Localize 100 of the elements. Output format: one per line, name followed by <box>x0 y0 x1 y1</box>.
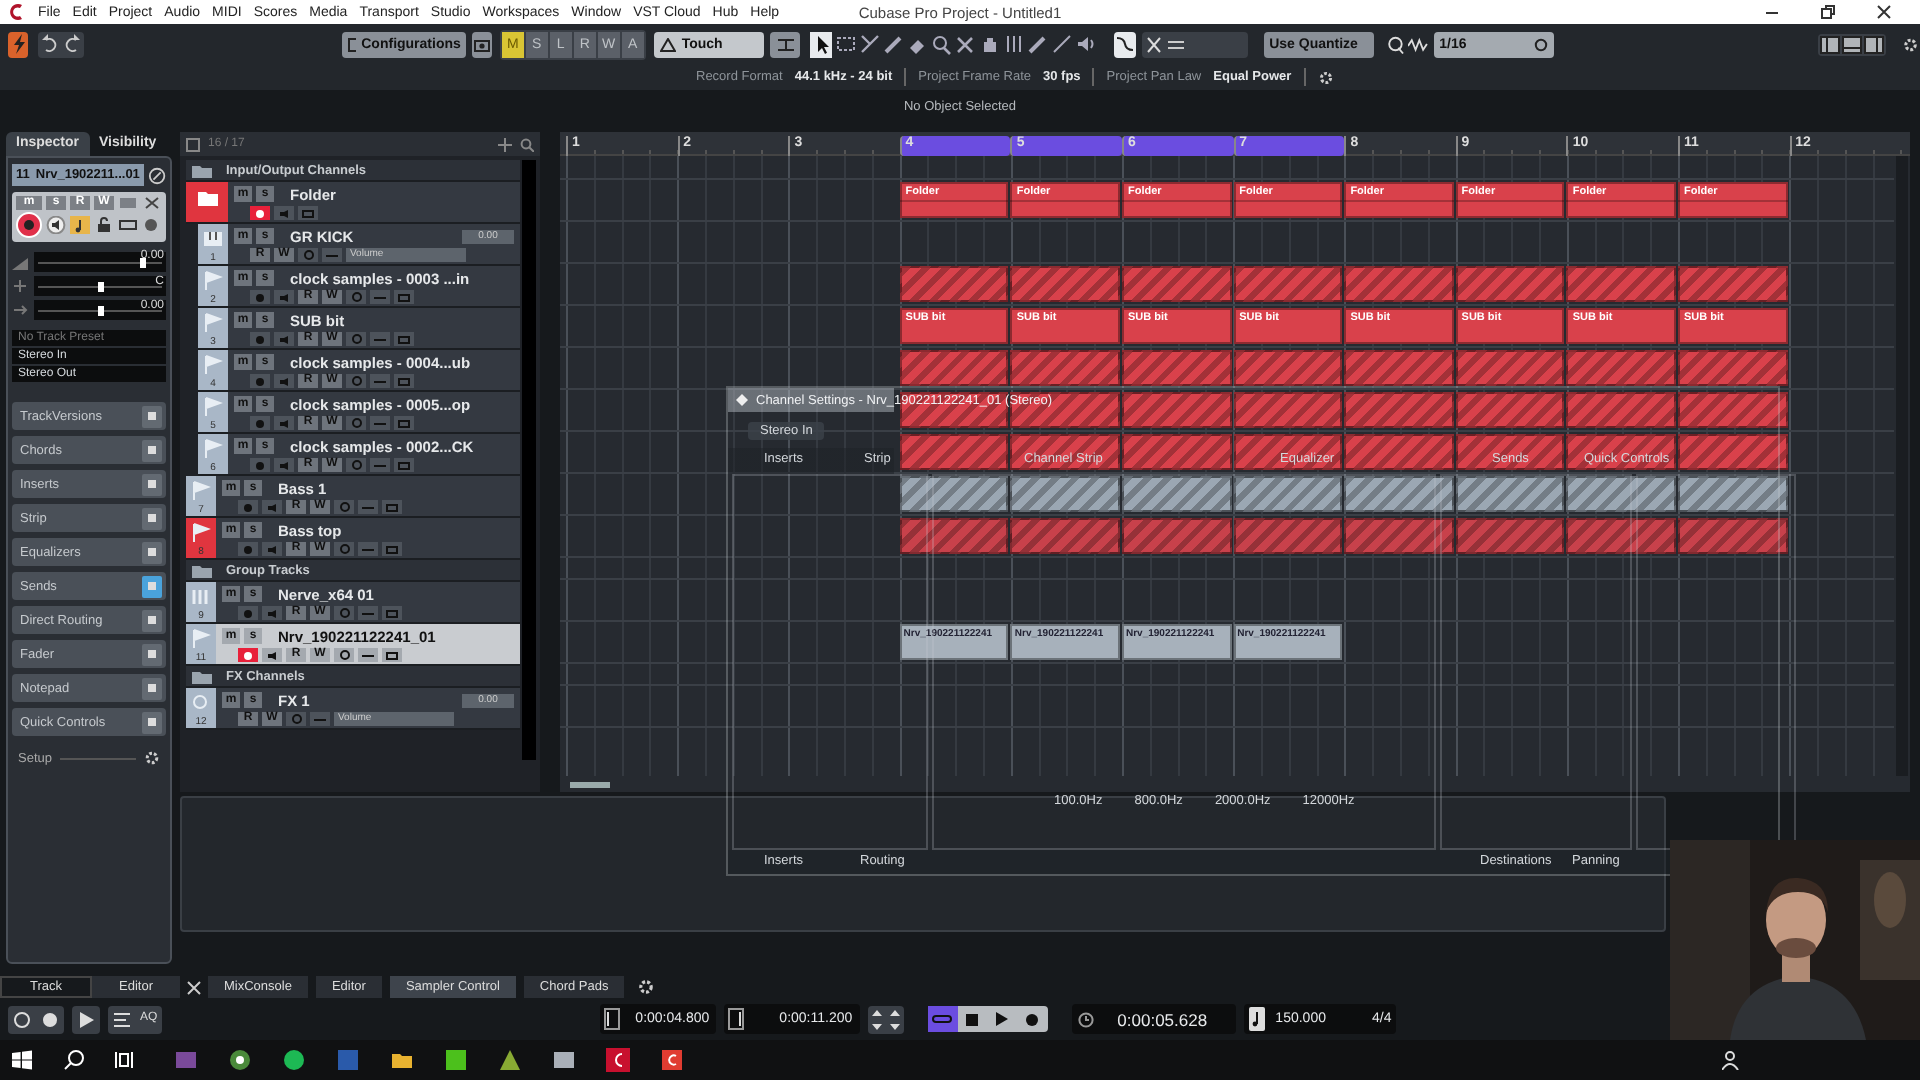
wave-icon[interactable] <box>1408 33 1428 55</box>
lanes-icon <box>386 545 398 553</box>
note-icon[interactable] <box>70 216 90 234</box>
speaker-tool-button[interactable] <box>1074 31 1097 57</box>
pencil-tool-button[interactable] <box>882 31 905 57</box>
monitor-button[interactable] <box>262 648 282 662</box>
edit-button[interactable] <box>334 648 354 662</box>
lock-icon[interactable] <box>94 216 114 234</box>
search-icon[interactable] <box>62 1048 86 1072</box>
tempo-icon[interactable] <box>1247 1006 1266 1032</box>
clock-icon[interactable] <box>1077 1011 1094 1027</box>
line-tool-button[interactable] <box>1050 31 1073 57</box>
scrollbar[interactable] <box>522 160 536 760</box>
section-toggle-icon[interactable] <box>142 643 162 665</box>
up-down-icon[interactable] <box>887 1007 902 1031</box>
right-panel-icon[interactable] <box>1864 35 1885 53</box>
square-app-icon[interactable] <box>444 1048 468 1072</box>
left-panel-icon[interactable] <box>1820 35 1841 53</box>
section-toggle-icon[interactable] <box>142 711 162 733</box>
curve-button[interactable] <box>1114 31 1137 57</box>
folder-app-icon[interactable] <box>390 1048 414 1072</box>
audio-event[interactable] <box>1010 434 1120 470</box>
pencil-tool-button[interactable] <box>1026 31 1049 57</box>
close-icon[interactable] <box>1876 4 1892 20</box>
warp-tool-button[interactable] <box>1002 31 1025 57</box>
camera-button[interactable] <box>472 31 492 57</box>
link-icon <box>362 503 374 511</box>
audio-track-icon <box>190 480 212 502</box>
section-toggle-icon[interactable] <box>142 507 162 529</box>
section-toggle-icon[interactable] <box>142 609 162 631</box>
triangle-app-icon[interactable] <box>498 1048 522 1072</box>
settings-icon[interactable] <box>636 976 657 998</box>
rack-app-icon[interactable] <box>174 1048 198 1072</box>
edit-icon <box>351 418 361 428</box>
checkbox-icon[interactable] <box>186 137 200 151</box>
diamond-icon <box>736 394 748 406</box>
app-logo-icon[interactable] <box>8 2 26 22</box>
fader-thumb[interactable] <box>97 306 103 316</box>
task-view-icon[interactable] <box>112 1048 136 1072</box>
settings-icon[interactable] <box>1902 35 1920 53</box>
mute-tool-icon <box>954 33 977 55</box>
restore-icon[interactable] <box>1820 4 1836 20</box>
section-toggle-icon[interactable] <box>142 575 162 597</box>
close-icon[interactable] <box>184 976 204 998</box>
link-button[interactable] <box>358 648 378 662</box>
round-app-icon[interactable] <box>228 1048 252 1072</box>
fader-thumb[interactable] <box>97 282 103 292</box>
undo-icon[interactable] <box>40 33 61 55</box>
arrow-tool-button[interactable] <box>810 31 833 57</box>
record-icon <box>256 293 264 301</box>
left-locator-icon[interactable] <box>603 1008 620 1030</box>
mute-tool-button[interactable] <box>954 31 977 57</box>
up-down-icon[interactable] <box>869 1007 884 1031</box>
settings-icon[interactable] <box>1317 69 1334 85</box>
lanes-button[interactable] <box>382 648 402 662</box>
edit-icon[interactable] <box>147 165 166 185</box>
record-mode-icon[interactable] <box>38 1007 62 1031</box>
play-mode-icon[interactable] <box>74 1007 98 1031</box>
record-icon <box>244 651 252 659</box>
window-app-icon[interactable] <box>552 1048 576 1072</box>
cycle-button[interactable] <box>927 1006 958 1032</box>
circle-app-icon[interactable] <box>282 1048 306 1072</box>
zoom-tool-button[interactable] <box>930 31 953 57</box>
section-toggle-icon[interactable] <box>142 473 162 495</box>
align-icon[interactable] <box>110 1007 134 1031</box>
audio-event[interactable] <box>1233 434 1343 470</box>
bottom-panel-icon[interactable] <box>1842 35 1863 53</box>
redo-icon[interactable] <box>62 33 83 55</box>
audio-event[interactable] <box>1455 434 1565 470</box>
volume-icon <box>12 253 30 271</box>
edit-icon <box>351 376 361 386</box>
scrollbar[interactable] <box>570 782 610 788</box>
monitor-icon <box>268 609 276 617</box>
record-icon <box>244 609 252 617</box>
snap-icon[interactable] <box>1144 33 1165 55</box>
quantize-icon[interactable] <box>1385 33 1405 55</box>
range-tool-button[interactable] <box>834 31 857 57</box>
audio-event[interactable] <box>1566 434 1676 470</box>
scrollbar[interactable] <box>1896 156 1908 776</box>
c-logo-app-icon[interactable] <box>660 1048 684 1072</box>
fader-thumb[interactable] <box>139 258 146 268</box>
section-toggle-icon[interactable] <box>142 541 162 563</box>
speaker-icon[interactable] <box>46 216 66 234</box>
people-icon[interactable] <box>1722 1050 1742 1070</box>
link-icon <box>362 651 374 659</box>
windows-start-icon[interactable] <box>12 1050 32 1070</box>
record-button[interactable] <box>16 212 42 238</box>
line-tool-icon <box>1050 33 1073 55</box>
settings-icon[interactable] <box>144 750 160 766</box>
add-icon[interactable] <box>498 137 512 151</box>
bolt-button[interactable] <box>8 31 29 57</box>
hand-tool-icon <box>978 33 1001 55</box>
monitor-icon[interactable] <box>10 1007 34 1031</box>
split-tool-button[interactable] <box>858 31 881 57</box>
split-icon[interactable] <box>142 196 162 210</box>
section-toggle-icon[interactable] <box>142 405 162 427</box>
routing-button[interactable] <box>770 31 801 57</box>
right-locator-icon[interactable] <box>727 1008 744 1030</box>
section-toggle-icon[interactable] <box>142 439 162 461</box>
section-toggle-icon[interactable] <box>142 677 162 699</box>
